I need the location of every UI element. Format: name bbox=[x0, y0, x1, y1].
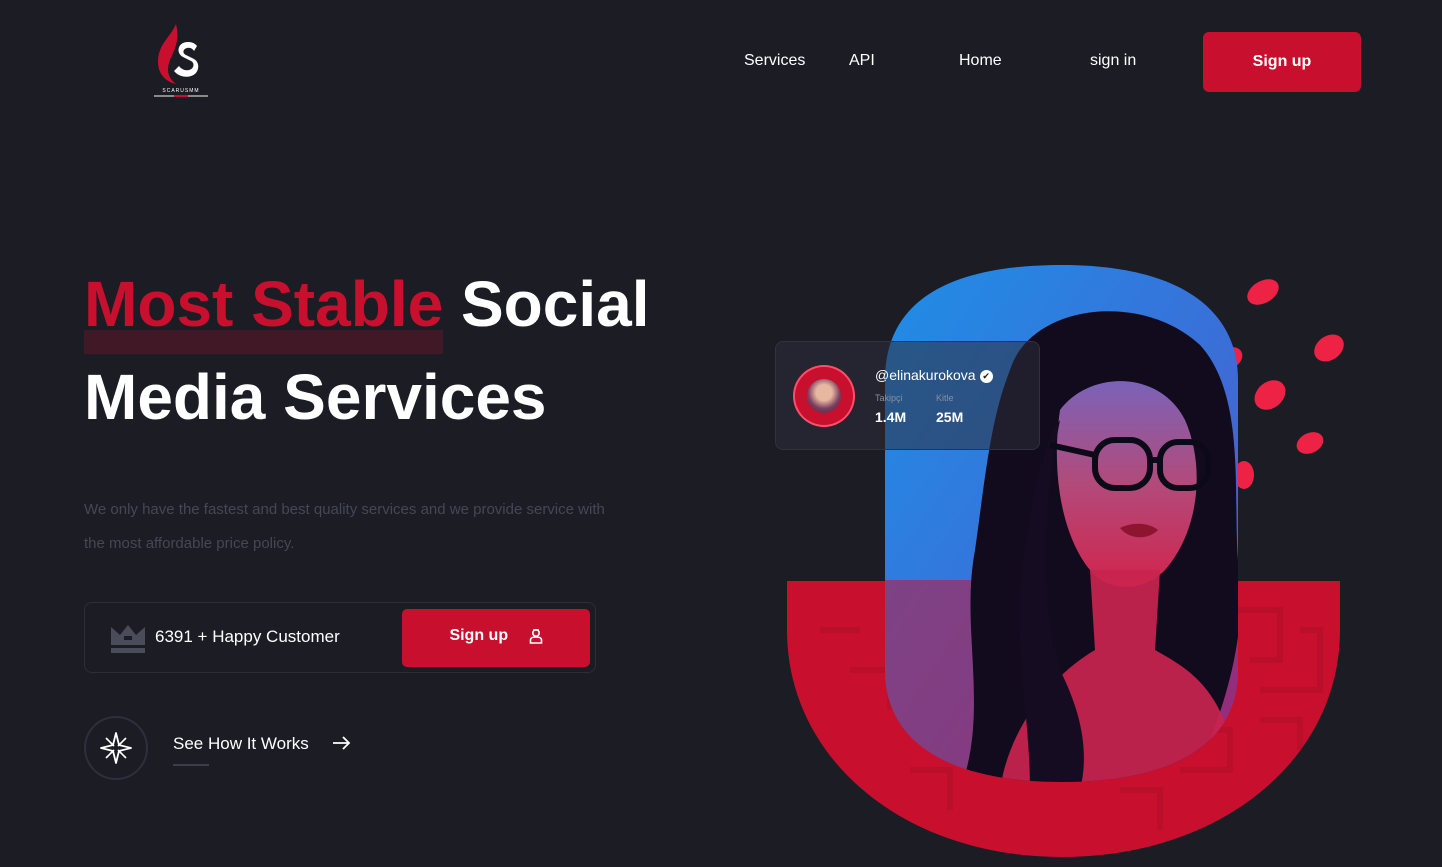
user-icon bbox=[529, 628, 543, 649]
nav-sign-in[interactable]: sign in bbox=[1090, 52, 1136, 70]
sparkle-icon bbox=[100, 732, 132, 764]
hero-sign-up-label: Sign up bbox=[449, 627, 509, 645]
flame-s-logo-icon bbox=[158, 24, 199, 84]
arrow-right-icon[interactable] bbox=[332, 734, 352, 752]
verified-icon: ✔ bbox=[979, 370, 993, 383]
see-how-it-works-link[interactable]: See How It Works bbox=[173, 734, 309, 754]
logo-tagline-bar bbox=[154, 95, 208, 97]
hero-title-line2: Media Services bbox=[84, 361, 547, 433]
hero-title-rest: Social bbox=[460, 268, 650, 340]
nav-home[interactable]: Home bbox=[959, 52, 1002, 70]
audience-label: Kitle bbox=[936, 393, 954, 403]
brand-logo[interactable]: SCARUSMM bbox=[150, 22, 212, 100]
hero-title-accent: Most Stable bbox=[84, 268, 444, 340]
logo-wordmark: SCARUSMM bbox=[162, 88, 200, 94]
happy-customer-count: 6391 + Happy Customer bbox=[155, 627, 340, 646]
profile-avatar bbox=[793, 365, 855, 427]
profile-card: @elinakurokova ✔ Takipçi Kitle 1.4M 25M bbox=[775, 341, 1040, 450]
see-how-it-works-play-button[interactable] bbox=[84, 716, 148, 780]
crown-icon bbox=[111, 625, 145, 653]
profile-handle: @elinakurokova ✔ bbox=[875, 367, 993, 383]
how-underline bbox=[173, 764, 209, 766]
header-sign-up-button[interactable]: Sign up bbox=[1203, 32, 1361, 92]
followers-label: Takipçi bbox=[875, 393, 903, 403]
followers-value: 1.4M bbox=[875, 409, 907, 425]
customer-cta-box: 6391 + Happy Customer Sign up bbox=[84, 602, 596, 673]
nav-services[interactable]: Services bbox=[744, 52, 805, 70]
hero-sign-up-button[interactable]: Sign up bbox=[402, 609, 590, 667]
audience-value: 25M bbox=[936, 409, 964, 425]
hero-description: We only have the fastest and best qualit… bbox=[84, 501, 605, 552]
nav-api[interactable]: API bbox=[849, 52, 875, 70]
